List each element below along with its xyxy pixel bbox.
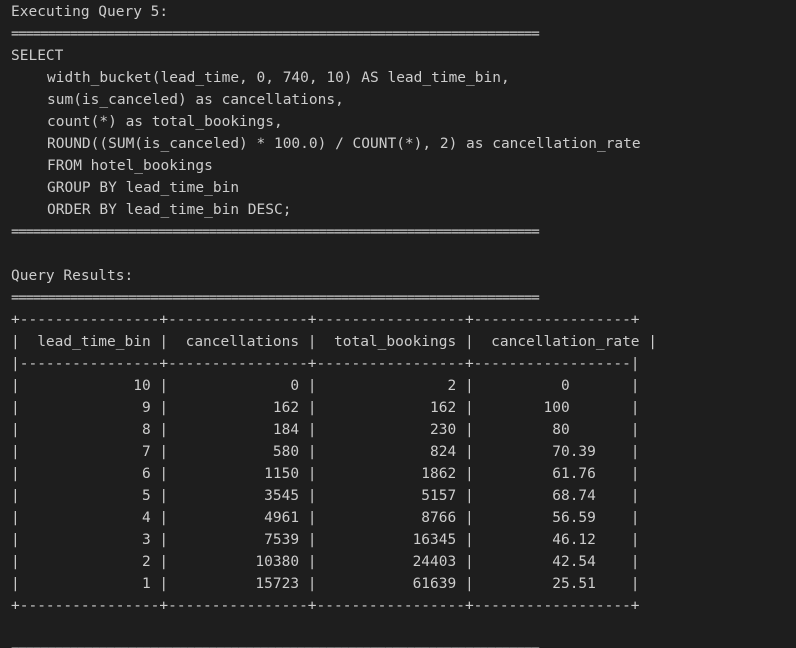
table-border-bottom: +----------------+----------------+-----… (11, 598, 640, 614)
sql-line: width_bucket(lead_time, 0, 740, 10) AS l… (47, 70, 510, 86)
executing-header: Executing Query 5: (11, 4, 169, 20)
table-row: | 2 | 10380 | 24403 | 42.54 | (11, 554, 640, 570)
separator-line: ========================================… (11, 290, 540, 306)
table-row: | 8 | 184 | 230 | 80 | (11, 422, 640, 438)
separator-line: ========================================… (11, 26, 540, 42)
table-header-separator: |----------------+----------------+-----… (11, 356, 640, 372)
sql-line: SELECT (11, 48, 64, 64)
table-row: | 7 | 580 | 824 | 70.39 | (11, 444, 640, 460)
table-header-row: | lead_time_bin | cancellations | total_… (11, 334, 658, 350)
sql-line: count(*) as total_bookings, (47, 114, 283, 130)
table-row: | 10 | 0 | 2 | 0 | (11, 378, 640, 394)
results-table: +----------------+----------------+-----… (11, 309, 796, 617)
sql-line: sum(is_canceled) as cancellations, (47, 92, 344, 108)
table-row: | 6 | 1150 | 1862 | 61.76 | (11, 466, 640, 482)
terminal-output: Executing Query 5: =====================… (0, 0, 796, 648)
results-label: Query Results: (11, 268, 134, 284)
table-row: | 1 | 15723 | 61639 | 25.51 | (11, 576, 640, 592)
sql-line: ROUND((SUM(is_canceled) * 100.0) / COUNT… (47, 136, 641, 152)
table-border-top: +----------------+----------------+-----… (11, 312, 640, 328)
table-row: | 9 | 162 | 162 | 100 | (11, 400, 640, 416)
table-row: | 4 | 4961 | 8766 | 56.59 | (11, 510, 640, 526)
separator-line: ========================================… (11, 639, 796, 648)
sql-line: GROUP BY lead_time_bin (47, 180, 240, 196)
separator-line: ========================================… (11, 224, 540, 240)
sql-line: ORDER BY lead_time_bin DESC; (47, 202, 292, 218)
table-row: | 5 | 3545 | 5157 | 68.74 | (11, 488, 640, 504)
sql-line: FROM hotel_bookings (47, 158, 213, 174)
table-row: | 3 | 7539 | 16345 | 46.12 | (11, 532, 640, 548)
